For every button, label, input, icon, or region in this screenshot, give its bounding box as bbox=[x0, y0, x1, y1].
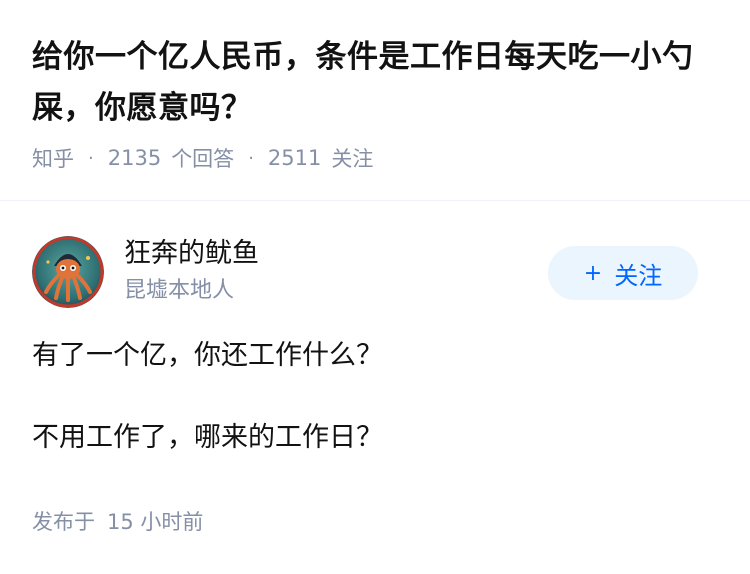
answer-paragraph: 不用工作了，哪来的工作日？ bbox=[32, 422, 383, 453]
follow-button[interactable]: + 关注 bbox=[548, 246, 698, 300]
question-title[interactable]: 给你一个亿人民币，条件是工作日每天吃一小勺屎，你愿意吗？ bbox=[32, 32, 718, 134]
answer-paragraph: 有了一个亿，你还工作什么？ bbox=[32, 340, 383, 371]
question-meta: 知乎 · 2135 个回答 · 2511 关注 bbox=[32, 142, 718, 174]
published-time: 15 小时前 bbox=[107, 510, 204, 534]
author-bio: 昆墟本地人 bbox=[124, 278, 235, 303]
section-divider bbox=[0, 200, 750, 201]
octopus-avatar-icon bbox=[32, 236, 104, 308]
source-label[interactable]: 知乎 bbox=[32, 143, 74, 173]
answer-footer: 发布于 15 小时前 bbox=[32, 506, 203, 536]
author-info: 狂奔的鱿鱼 昆墟本地人 bbox=[124, 236, 259, 308]
answer-content[interactable]: 有了一个亿，你还工作什么？ 不用工作了，哪来的工作日？ bbox=[32, 338, 718, 456]
answer-card: 狂奔的鱿鱼 昆墟本地人 + 关注 有了一个亿，你还工作什么？ 不用工作了，哪来的… bbox=[32, 234, 718, 456]
answer-count-label: 个回答 bbox=[171, 147, 235, 171]
meta-separator: · bbox=[248, 147, 254, 169]
follower-count: 2511 bbox=[267, 146, 322, 170]
author-row: 狂奔的鱿鱼 昆墟本地人 + 关注 bbox=[32, 234, 718, 310]
question-header: 给你一个亿人民币，条件是工作日每天吃一小勺屎，你愿意吗？ 知乎 · 2135 个… bbox=[0, 0, 750, 174]
plus-icon: + bbox=[583, 260, 603, 286]
published-label: 发布于 bbox=[32, 510, 95, 534]
avatar[interactable] bbox=[32, 236, 104, 308]
follower-count-label: 关注 bbox=[331, 147, 374, 171]
meta-separator: · bbox=[88, 147, 94, 169]
author-name[interactable]: 狂奔的鱿鱼 bbox=[124, 236, 259, 272]
answer-count: 2135 bbox=[107, 146, 162, 170]
follow-button-label: 关注 bbox=[614, 261, 663, 290]
